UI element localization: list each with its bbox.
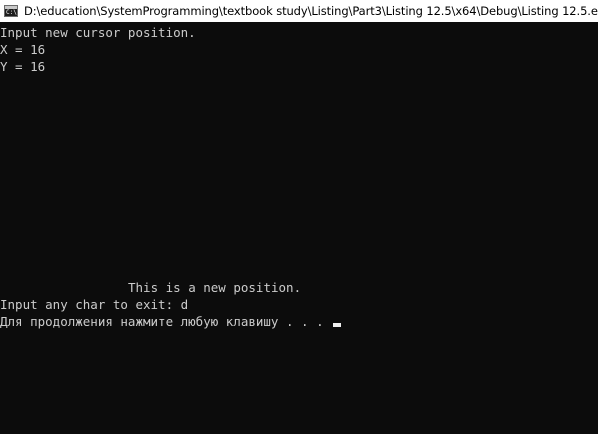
console-window[interactable]: C:\ D:\education\SystemProgramming\textb… [0, 0, 598, 434]
window-title: D:\education\SystemProgramming\textbook … [24, 4, 598, 18]
console-app-icon-glyph: C:\ [6, 9, 17, 16]
console-line: Y = 16 [0, 59, 46, 74]
console-line: X = 16 [0, 42, 46, 57]
console-prompt-line: Для продолжения нажмите любую клавишу . … [0, 313, 342, 330]
console-prompt-text: Для продолжения нажмите любую клавишу . … [0, 314, 332, 329]
console-line: Input new cursor position. [0, 25, 196, 40]
text-cursor [333, 323, 342, 327]
console-output[interactable]: Input new cursor position. X = 16 Y = 16… [0, 22, 598, 434]
console-line-positioned: This is a new position. [128, 280, 302, 295]
console-line: Input any char to exit: d [0, 297, 189, 312]
console-app-icon: C:\ [4, 5, 18, 17]
title-bar[interactable]: C:\ D:\education\SystemProgramming\textb… [0, 0, 598, 22]
